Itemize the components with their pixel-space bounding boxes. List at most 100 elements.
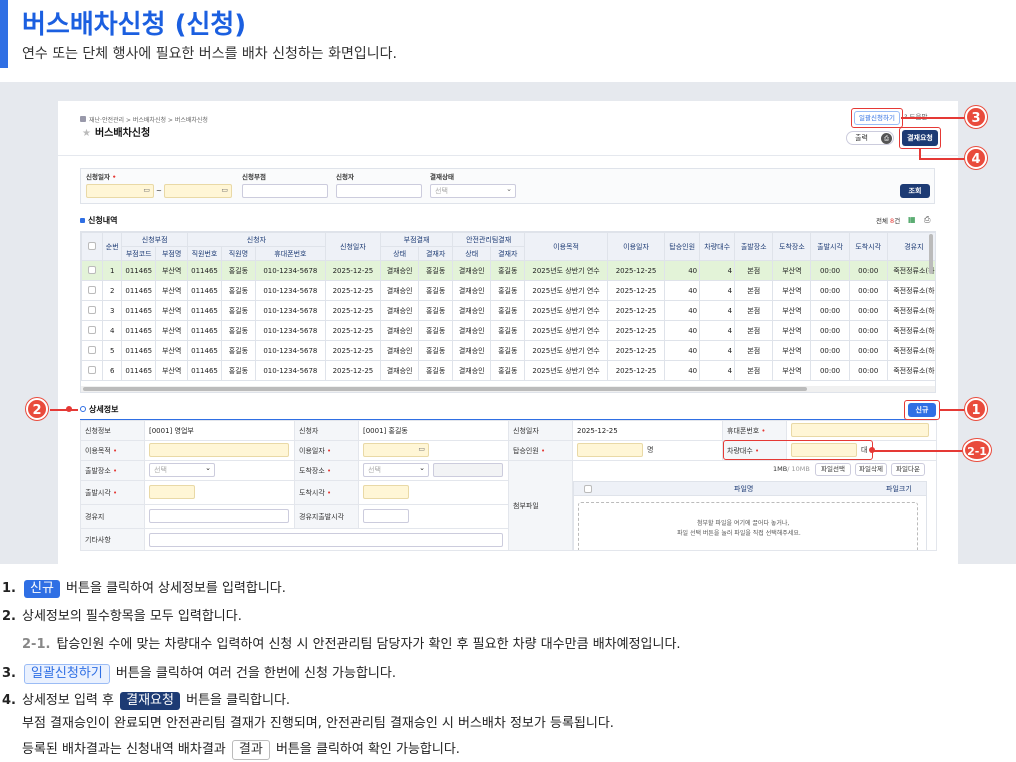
other-input[interactable] xyxy=(149,533,503,547)
table-cell: 010-1234-5678 xyxy=(254,320,326,341)
printer-icon: ⎙ xyxy=(881,133,892,144)
search-status-select[interactable]: 선택 ⌄ xyxy=(430,184,516,198)
calendar-icon: ▭ xyxy=(221,186,228,194)
file-delete-button[interactable]: 파일삭제 xyxy=(855,463,887,476)
table-cell: 홍길동 xyxy=(220,320,256,341)
table-cell: 011465 xyxy=(187,320,222,341)
callout-1: 1 xyxy=(965,398,987,420)
search-date-label: 신청일자 • xyxy=(86,173,117,181)
table-cell: 결재승인 xyxy=(452,340,492,361)
file-download-button[interactable]: 파일다운 xyxy=(891,463,925,476)
depart-select[interactable]: 선택 ⌄ xyxy=(149,463,215,477)
table-cell: 부산역 xyxy=(155,360,189,381)
row-checkbox[interactable] xyxy=(81,360,104,381)
table-cell: 2025년도 상반기 연수 xyxy=(524,360,608,381)
table-cell: 죽전정류소(하 xyxy=(886,340,935,361)
search-applicant-label: 신청자 xyxy=(336,173,354,181)
print-button[interactable]: 출력 ⎙ xyxy=(846,131,894,145)
table-cell: 4 xyxy=(699,340,736,361)
table-cell: 2025년도 상반기 연수 xyxy=(524,300,608,321)
table-cell: 4 xyxy=(699,260,736,281)
waypoint-input[interactable] xyxy=(149,509,289,523)
row-checkbox[interactable] xyxy=(81,340,104,361)
table-row[interactable]: 3 011465 부산역 011465 홍길동 010-1234-5678 2025-12-… xyxy=(81,300,935,321)
table-row[interactable]: 1 011465 부산역 011465 홍길동 010-1234-5678 2025-12-… xyxy=(81,260,935,281)
table-cell: 1 xyxy=(102,260,123,281)
passengers-input[interactable] xyxy=(577,443,643,457)
table-cell: 011465 xyxy=(121,260,157,281)
table-cell: 2025-12-25 xyxy=(606,280,666,301)
file-name-header: 파일명 xyxy=(734,485,754,493)
calendar-icon: ▭ xyxy=(418,445,425,453)
star-icon: ★ xyxy=(82,128,91,139)
header-checkbox[interactable] xyxy=(81,232,104,261)
table-cell: 4 xyxy=(699,300,736,321)
arrive-detail-input[interactable] xyxy=(433,463,503,477)
row-checkbox[interactable] xyxy=(81,320,104,341)
row-checkbox[interactable] xyxy=(81,280,104,301)
table-cell: 본점 xyxy=(734,320,774,341)
table-cell: 2025-12-25 xyxy=(324,360,382,381)
table-cell: 홍길동 xyxy=(490,360,526,381)
search-date-from[interactable]: ▭ xyxy=(86,184,154,198)
table-cell: 죽전정류소(하 xyxy=(886,360,935,381)
table-cell: 결재승인 xyxy=(379,360,420,381)
dept-info-value: [0001] 영업부 xyxy=(144,420,295,441)
vertical-scrollbar[interactable] xyxy=(929,234,933,274)
callout-2: 2 xyxy=(26,398,48,420)
table-cell: 홍길동 xyxy=(490,320,526,341)
table-cell: 결재승인 xyxy=(379,280,420,301)
total-count: 전체 8건 xyxy=(876,217,901,225)
callout-3: 3 xyxy=(965,106,987,128)
table-cell: 011465 xyxy=(121,300,157,321)
attachment-area: 1MB/ 10MB 파일선택 파일삭제 파일다운 파일명 파일크기 첨부할 파일… xyxy=(572,460,937,551)
table-cell: 010-1234-5678 xyxy=(254,260,326,281)
table-cell: 40 xyxy=(664,360,701,381)
table-cell: 40 xyxy=(664,280,701,301)
table-row[interactable]: 5 011465 부산역 011465 홍길동 010-1234-5678 2025-12-… xyxy=(81,340,935,361)
purpose-input[interactable] xyxy=(149,443,289,457)
horizontal-scrollbar[interactable] xyxy=(81,386,935,392)
highlight-vehicles xyxy=(723,440,873,460)
arrive-select[interactable]: 선택 ⌄ xyxy=(363,463,429,477)
table-cell: 결재승인 xyxy=(379,300,420,321)
table-row[interactable]: 6 011465 부산역 011465 홍길동 010-1234-5678 2025-12-… xyxy=(81,360,935,381)
table-cell: 부산역 xyxy=(772,280,812,301)
table-cell: 본점 xyxy=(734,360,774,381)
table-cell: 011465 xyxy=(187,340,222,361)
table-row[interactable]: 4 011465 부산역 011465 홍길동 010-1234-5678 2025-12-… xyxy=(81,320,935,341)
table-cell: 2025년도 상반기 연수 xyxy=(524,260,608,281)
depart-time-input[interactable] xyxy=(149,485,195,499)
search-dept-input[interactable] xyxy=(242,184,328,198)
search-date-to[interactable]: ▭ xyxy=(164,184,232,198)
table-cell: 011465 xyxy=(187,360,222,381)
use-date-input[interactable]: ▭ xyxy=(363,443,429,457)
search-applicant-input[interactable] xyxy=(336,184,422,198)
table-cell: 홍길동 xyxy=(490,340,526,361)
table-cell: 홍길동 xyxy=(418,360,454,381)
table-cell: 2025-12-25 xyxy=(324,280,382,301)
file-all-checkbox[interactable] xyxy=(584,485,592,493)
table-cell: 2025-12-25 xyxy=(606,300,666,321)
table-cell: 2025-12-25 xyxy=(606,320,666,341)
phone-input[interactable] xyxy=(791,423,929,437)
table-cell: 부산역 xyxy=(155,300,189,321)
row-checkbox[interactable] xyxy=(81,300,104,321)
excel-icon[interactable]: ▦ xyxy=(908,216,916,224)
table-cell: 결재승인 xyxy=(379,260,420,281)
table-row[interactable]: 2 011465 부산역 011465 홍길동 010-1234-5678 2025-12-… xyxy=(81,280,935,301)
arrive-time-input[interactable] xyxy=(363,485,409,499)
printer-icon[interactable]: ⎙ xyxy=(924,216,930,224)
date-tilde: ~ xyxy=(156,187,162,195)
table-cell: 결재승인 xyxy=(452,260,492,281)
row-checkbox[interactable] xyxy=(81,260,104,281)
table-cell: 부산역 xyxy=(155,320,189,341)
table-cell: 본점 xyxy=(734,280,774,301)
table-cell: 3 xyxy=(102,300,123,321)
step-bulk-tag: 일괄신청하기 xyxy=(23,664,110,684)
file-select-button[interactable]: 파일선택 xyxy=(815,463,851,476)
file-drop-zone[interactable]: 첨부할 파일을 여기에 끌어다 놓거나, 파일 선택 버튼을 눌러 파일을 직접… xyxy=(578,502,918,550)
query-button[interactable]: 조회 xyxy=(900,184,930,198)
step-approval-tag: 결재요청 xyxy=(120,692,180,710)
waypoint-time-input[interactable] xyxy=(363,509,409,523)
